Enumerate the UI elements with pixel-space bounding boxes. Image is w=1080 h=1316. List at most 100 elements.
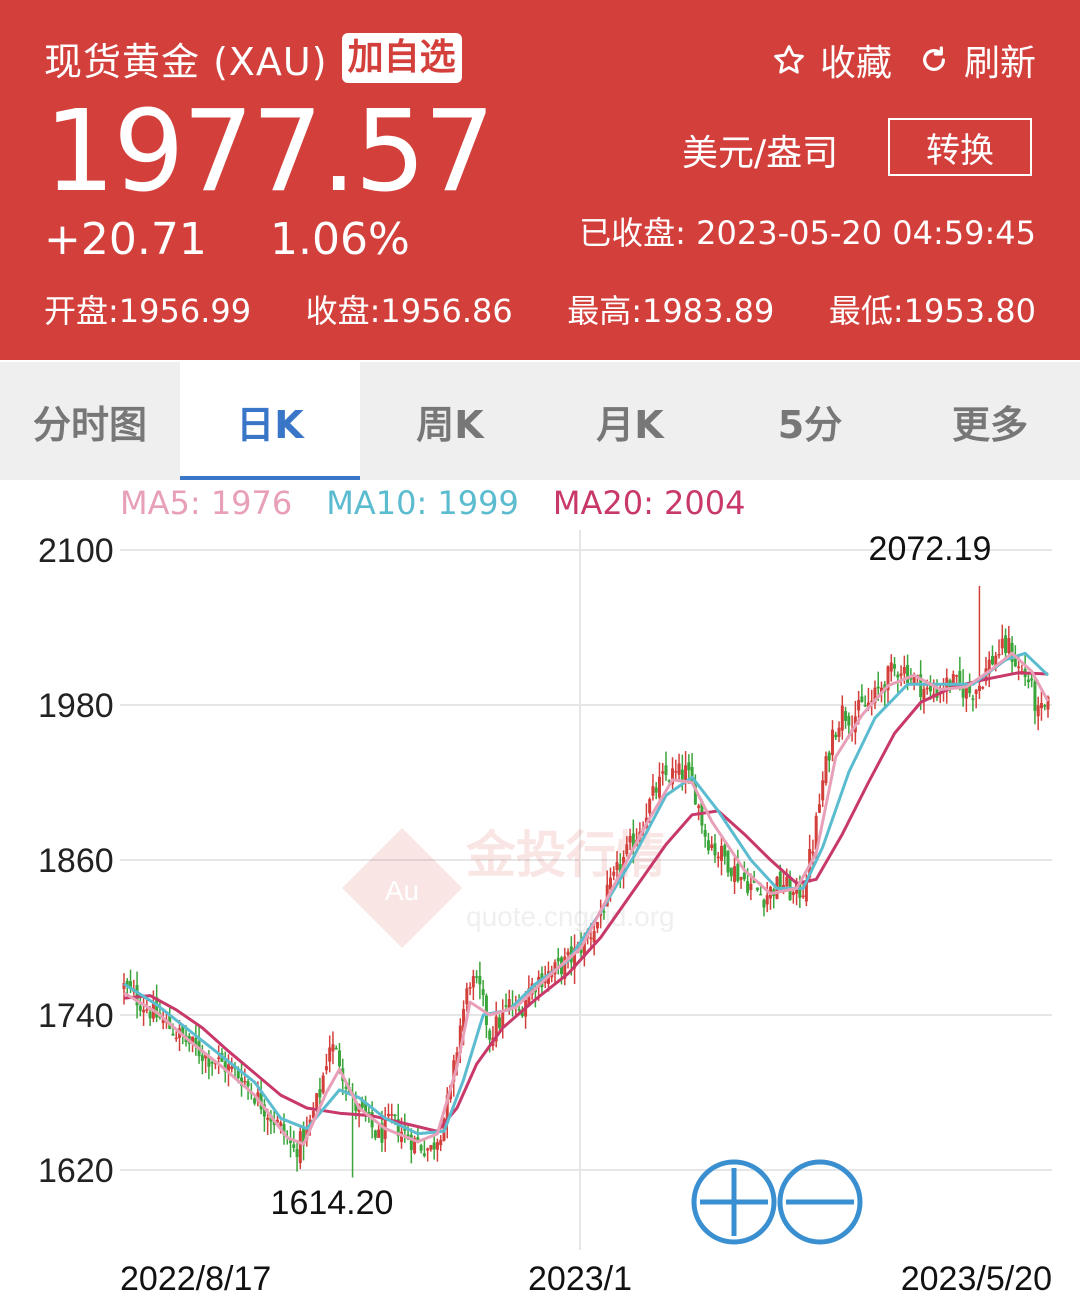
candle-body bbox=[200, 1055, 204, 1061]
candle-body bbox=[857, 700, 861, 711]
candle-body bbox=[497, 1017, 501, 1028]
candle-body bbox=[925, 687, 929, 690]
candle-body bbox=[899, 673, 903, 676]
candle-body bbox=[687, 762, 691, 771]
y-tick-label: 1980 bbox=[38, 687, 114, 725]
candle-body bbox=[566, 951, 570, 956]
candle-body bbox=[837, 727, 841, 737]
candle-body bbox=[1043, 705, 1047, 707]
candle-body bbox=[922, 688, 926, 701]
add-watchlist-button[interactable]: 加自选 bbox=[341, 33, 462, 83]
x-tick-label: 2023/1 bbox=[528, 1260, 632, 1298]
candle-body bbox=[484, 995, 488, 1025]
candle-body bbox=[171, 1033, 175, 1036]
candle-body bbox=[625, 844, 629, 855]
y-tick-label: 1740 bbox=[38, 997, 114, 1035]
candle-body bbox=[478, 975, 482, 985]
zoom-out-button[interactable] bbox=[777, 1159, 863, 1245]
y-tick-label: 2100 bbox=[38, 532, 114, 570]
candle-body bbox=[684, 765, 688, 781]
candle-body bbox=[759, 893, 763, 896]
candle-body bbox=[589, 937, 593, 940]
candle-body bbox=[674, 771, 678, 773]
chart-period-tabs: 分时图 日K 周K 月K 5分 更多 bbox=[0, 362, 1080, 480]
candle-body bbox=[373, 1130, 377, 1138]
candle-body bbox=[974, 689, 978, 694]
candle-body bbox=[958, 670, 962, 684]
candle-body bbox=[266, 1117, 270, 1120]
refresh-button[interactable]: 刷新 bbox=[918, 34, 1036, 86]
candle-body bbox=[648, 799, 652, 814]
open-price: 开盘:1956.99 bbox=[44, 292, 252, 330]
candle-body bbox=[762, 899, 766, 908]
candle-body bbox=[174, 1037, 178, 1040]
y-axis-labels: 2100 1980 1860 1740 1620 bbox=[38, 532, 114, 1190]
watermark-badge: Au bbox=[385, 875, 419, 906]
candle-body bbox=[435, 1142, 439, 1150]
x-tick-label: 2023/5/20 bbox=[901, 1260, 1052, 1298]
candle-body bbox=[811, 851, 815, 854]
candle-body bbox=[393, 1114, 397, 1117]
candle-body bbox=[318, 1089, 322, 1098]
price-unit: 美元/盎司 bbox=[682, 133, 839, 174]
tab-intraday[interactable]: 分时图 bbox=[0, 362, 180, 480]
candle-body bbox=[791, 892, 795, 895]
favorite-button[interactable]: 收藏 bbox=[772, 34, 892, 86]
candle-body bbox=[471, 976, 475, 988]
candle-body bbox=[615, 862, 619, 871]
convert-button[interactable]: 转换 bbox=[888, 118, 1032, 176]
candle-body bbox=[468, 987, 472, 989]
zoom-controls bbox=[691, 1159, 863, 1245]
candle-body bbox=[1039, 703, 1043, 709]
candlestick-chart[interactable]: Au 金投行情 quote.cngold.org 2100 1980 1860 174… bbox=[0, 520, 1080, 1316]
x-axis-labels: 2022/8/17 2023/1 2023/5/20 bbox=[120, 1260, 1052, 1298]
candle-body bbox=[439, 1139, 443, 1146]
candle-body bbox=[612, 871, 616, 876]
candle-body bbox=[390, 1114, 394, 1116]
ma10-line bbox=[123, 651, 1050, 1136]
candle-body bbox=[321, 1075, 325, 1093]
zoom-in-button[interactable] bbox=[691, 1159, 777, 1245]
candle-body bbox=[1017, 666, 1021, 668]
candle-body bbox=[785, 877, 789, 887]
candle-body bbox=[422, 1153, 426, 1156]
candle-body bbox=[893, 664, 897, 669]
candle-body bbox=[889, 662, 893, 672]
candle-body bbox=[821, 780, 825, 801]
candle-body bbox=[556, 957, 560, 962]
chart-grid bbox=[120, 530, 1052, 1250]
quote-header: 现货黄金 (XAU) 加自选 收藏 刷新 1977.57 美元/盎司 转换 +2… bbox=[0, 0, 1080, 360]
candle-body bbox=[746, 881, 750, 893]
candle-body bbox=[801, 895, 805, 898]
candle-body bbox=[834, 734, 838, 738]
tab-monthly-k[interactable]: 月K bbox=[540, 362, 720, 480]
candle-body bbox=[295, 1149, 299, 1158]
refresh-label: 刷新 bbox=[963, 43, 1036, 84]
instrument-title: 现货黄金 (XAU) bbox=[44, 39, 328, 84]
candle-body bbox=[990, 656, 994, 665]
candle-body bbox=[840, 705, 844, 731]
candle-body bbox=[765, 895, 769, 905]
candle-body bbox=[729, 867, 733, 877]
ma-lines bbox=[123, 651, 1050, 1146]
candle-body bbox=[876, 686, 880, 689]
candle-body bbox=[246, 1081, 250, 1087]
ma5-value: MA5: 1976 bbox=[120, 484, 293, 522]
candle-body bbox=[824, 756, 828, 784]
candle-body bbox=[742, 872, 746, 880]
tab-more[interactable]: 更多 bbox=[900, 362, 1080, 480]
candle-body bbox=[896, 674, 900, 678]
y-tick-label: 1860 bbox=[38, 842, 114, 880]
tab-weekly-k[interactable]: 周K bbox=[360, 362, 540, 480]
candle-body bbox=[661, 771, 665, 774]
candle-body bbox=[292, 1144, 296, 1148]
candle-body bbox=[429, 1145, 433, 1150]
candle-body bbox=[723, 845, 727, 857]
candle-body bbox=[426, 1148, 430, 1151]
candle-body bbox=[386, 1113, 390, 1117]
tab-5min[interactable]: 5分 bbox=[720, 362, 900, 480]
candle-body bbox=[651, 786, 655, 796]
tab-daily-k[interactable]: 日K bbox=[180, 362, 360, 480]
price-stats: 开盘:1956.99 收盘:1956.86 最高:1983.89 最低:1953… bbox=[44, 286, 1036, 332]
candle-body bbox=[706, 840, 710, 851]
